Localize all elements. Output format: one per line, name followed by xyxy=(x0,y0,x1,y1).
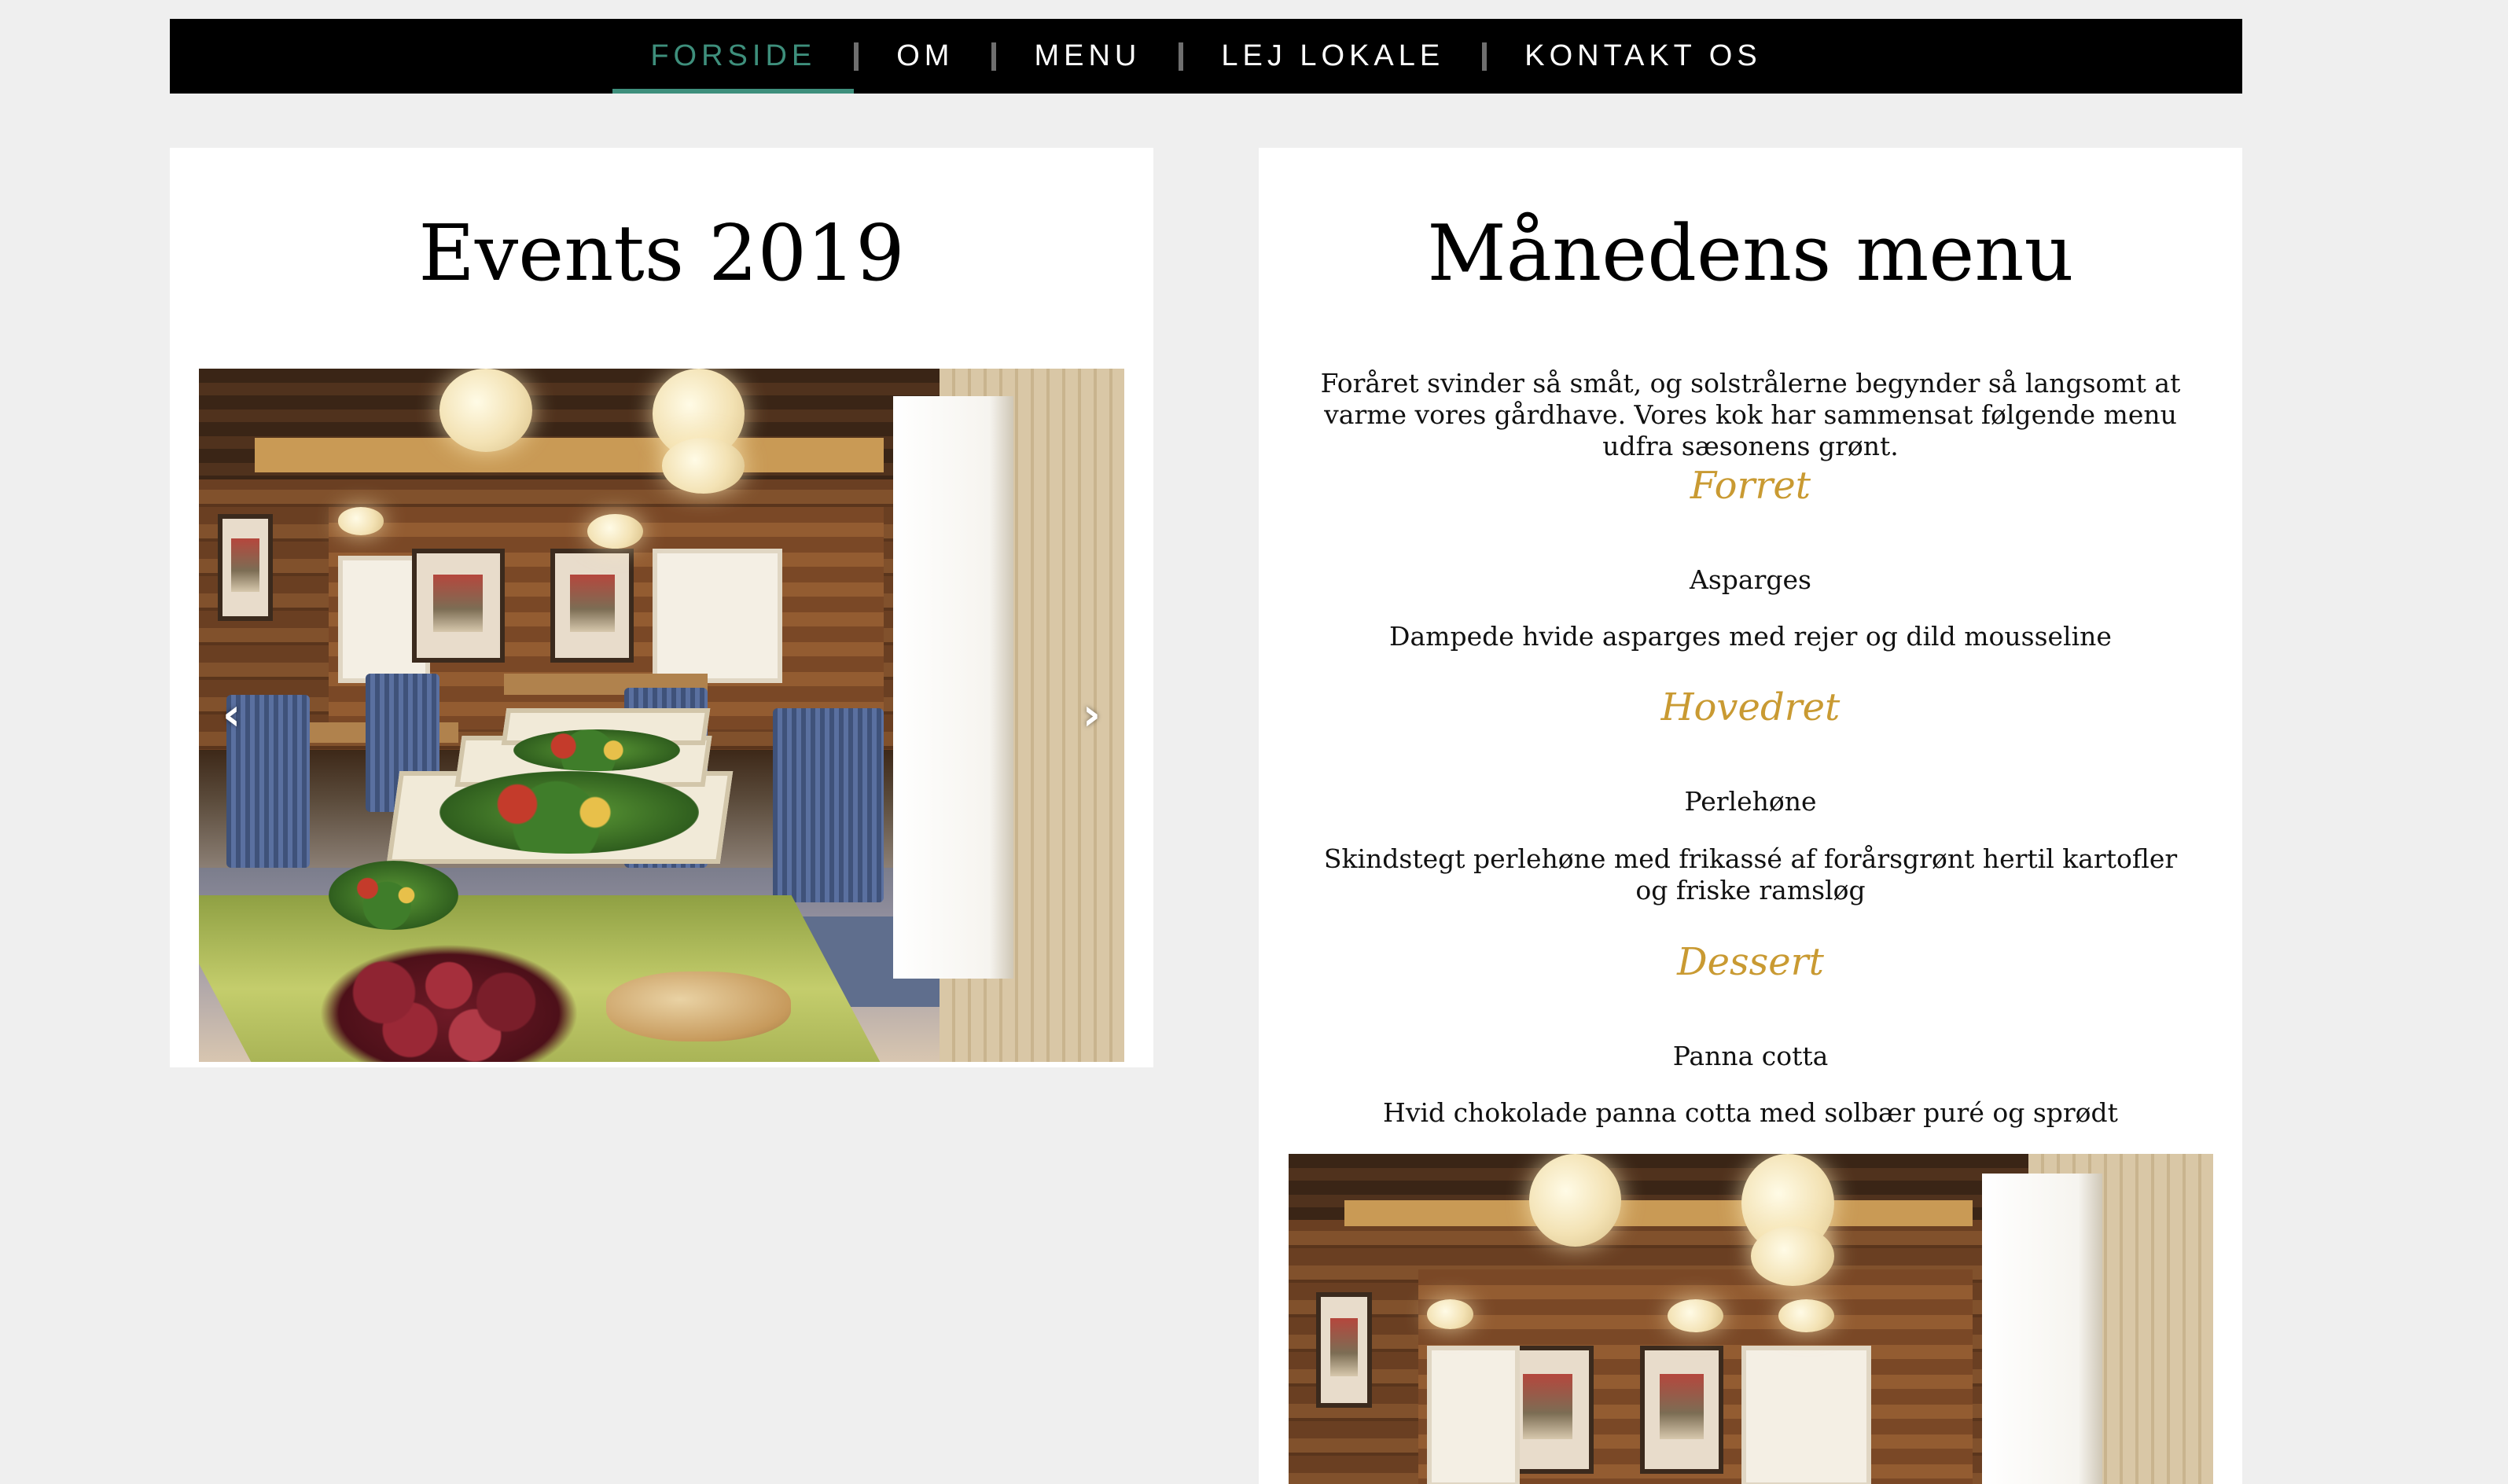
events-title: Events 2019 xyxy=(418,209,905,299)
menu-dish-description: Hvid chokolade panna cotta med solbær pu… xyxy=(1383,1097,2118,1128)
menu-dish-description: Dampede hvide asparges med rejer og dild… xyxy=(1389,621,2112,652)
nav-item-menu[interactable]: MENU xyxy=(996,19,1179,94)
menu-section-dessert-title: Dessert xyxy=(1677,940,1824,984)
menu-restaurant-image xyxy=(1289,1154,2213,1484)
carousel-next-icon[interactable]: › xyxy=(1075,685,1109,745)
menu-section-hovedret-title: Hovedret xyxy=(1660,685,1841,729)
menu-section-forret-title: Forret xyxy=(1690,464,1811,508)
menu-dish-description: Skindstegt perlehøne med frikassé af for… xyxy=(1323,843,2178,905)
carousel-prev-icon[interactable]: ‹ xyxy=(215,685,248,745)
menu-dish-name: Panna cotta xyxy=(1672,1041,1829,1071)
menu-title: Månedens menu xyxy=(1427,209,2074,299)
nav-item-kontakt-os[interactable]: KONTAKT OS xyxy=(1487,19,1799,94)
events-card: Events 2019 ‹ › xyxy=(170,148,1153,1067)
nav-item-lej-lokale[interactable]: LEJ LOKALE xyxy=(1183,19,1482,94)
menu-dish-name: Asparges xyxy=(1690,564,1811,595)
menu-intro: Foråret svinder så småt, og solstrålerne… xyxy=(1320,368,2181,461)
nav-item-om[interactable]: OM xyxy=(859,19,991,94)
menu-dish-name: Perlehøne xyxy=(1684,786,1817,817)
main-navbar: FORSIDE OM MENU LEJ LOKALE KONTAKT OS xyxy=(170,19,2242,94)
menu-card: Månedens menu Foråret svinder så småt, o… xyxy=(1259,148,2242,1484)
nav-item-forside[interactable]: FORSIDE xyxy=(612,19,855,94)
events-carousel-image: ‹ › xyxy=(199,369,1124,1062)
nav-items: FORSIDE OM MENU LEJ LOKALE KONTAKT OS xyxy=(170,19,2242,94)
